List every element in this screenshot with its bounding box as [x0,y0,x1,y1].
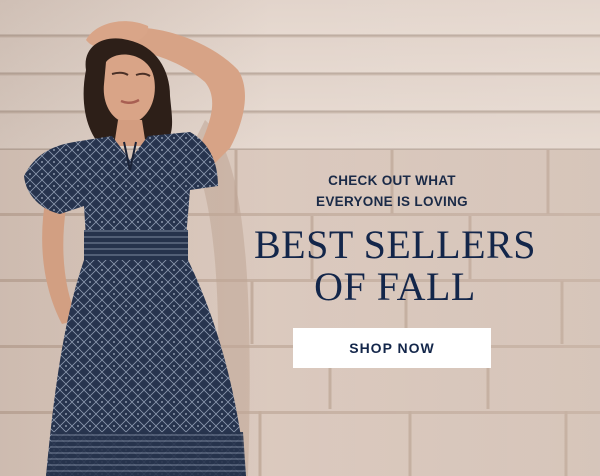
eyebrow-line-2: EVERYONE IS LOVING [316,194,468,209]
headline-line-1: BEST SELLERS [254,222,536,267]
eyebrow-line-1: CHECK OUT WHAT [328,173,456,188]
headline-line-2: OF FALL [314,264,476,309]
shop-now-button[interactable]: SHOP NOW [293,328,491,368]
eyebrow-text: CHECK OUT WHAT EVERYONE IS LOVING [300,170,484,212]
promo-banner[interactable]: CHECK OUT WHAT EVERYONE IS LOVING BEST S… [0,0,600,476]
headline: BEST SELLERS OF FALL [222,224,568,308]
